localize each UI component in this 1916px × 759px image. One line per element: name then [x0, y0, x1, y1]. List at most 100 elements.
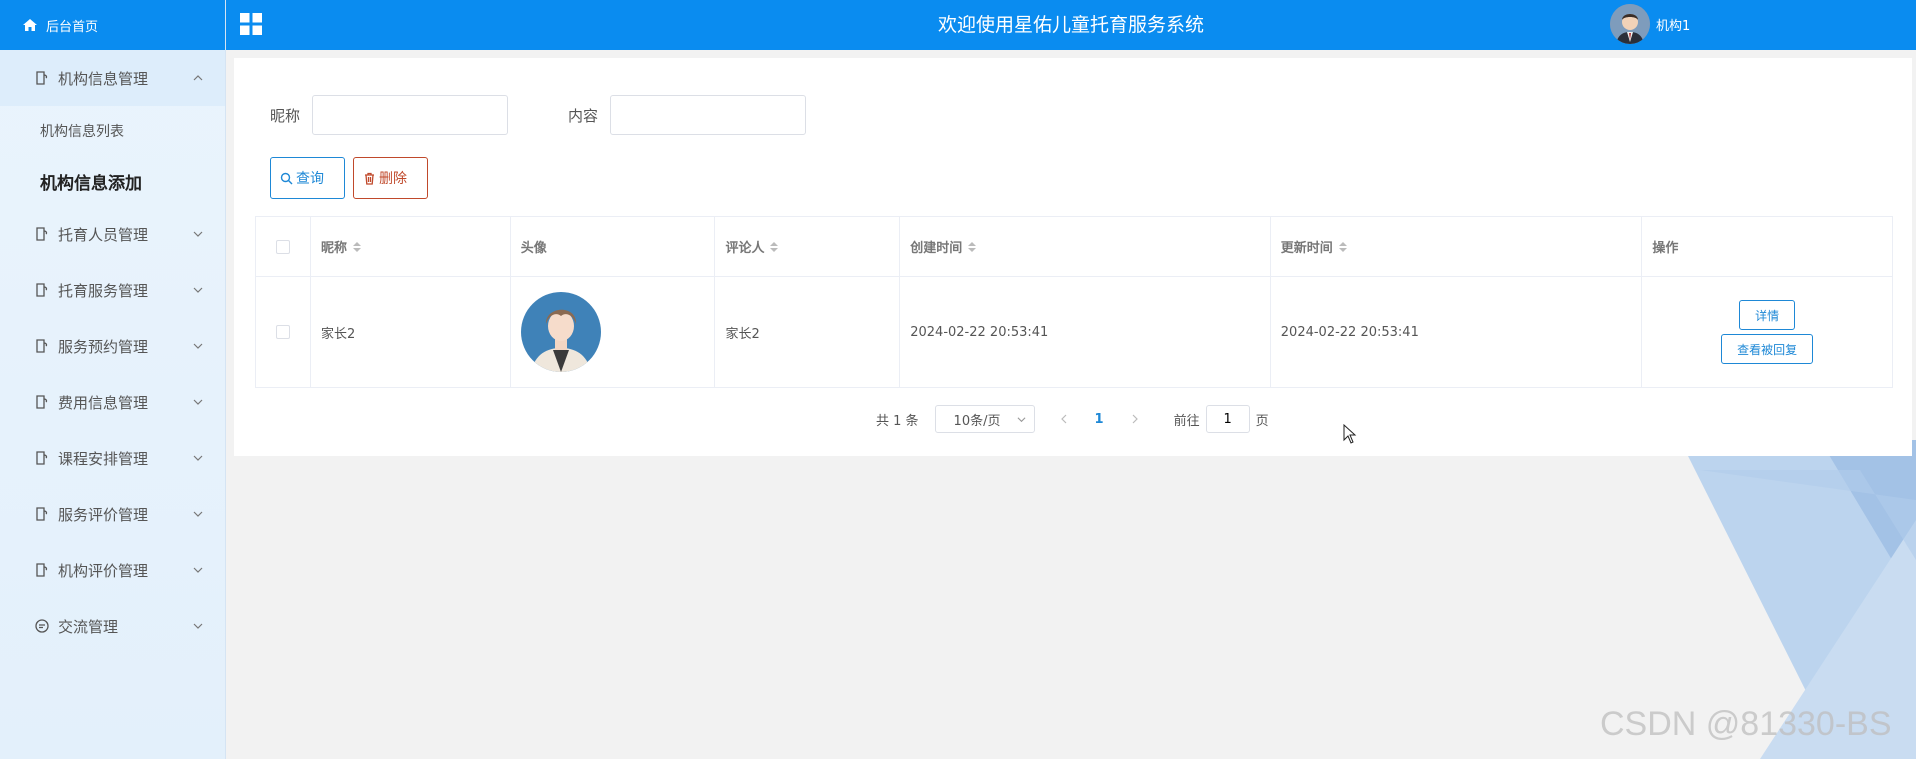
sidebar-sub-org-list[interactable]: 机构信息列表 [0, 106, 225, 156]
header-select-cell [256, 217, 311, 276]
goto-suffix: 页 [1255, 413, 1269, 429]
nickname-label: 昵称 [270, 106, 301, 125]
sidebar-home[interactable]: 后台首页 [0, 0, 225, 50]
user-menu[interactable]: 机构1 [1610, 4, 1690, 44]
sidebar-home-label: 后台首页 [46, 19, 99, 35]
watermark: CSDN @81330-BS [1600, 705, 1892, 743]
detail-button[interactable]: 详情 [1739, 300, 1796, 330]
header-label: 操作 [1652, 241, 1679, 256]
sidebar-menu-service-review[interactable]: 服务评价管理 [0, 486, 225, 542]
chevron-down-icon [193, 567, 203, 573]
search-icon [280, 172, 293, 184]
chevron-up-icon [193, 75, 203, 81]
action-buttons: 查询 删除 [270, 157, 436, 199]
sidebar-menu-org-info[interactable]: 机构信息管理 [0, 50, 225, 106]
row-select-cell [256, 277, 311, 387]
cell-nickname: 家长2 [311, 277, 511, 387]
document-icon [36, 451, 48, 465]
cell-actions: 详情 查看被回复 [1642, 277, 1892, 387]
sidebar: 后台首页 机构信息管理 机构信息列表 机构信息添加 托育人员管理 托育服务管理 … [0, 0, 226, 759]
cell-created: 2024-02-22 20:53:41 [900, 277, 1271, 387]
header-label: 创建时间 [910, 241, 963, 256]
header-nickname[interactable]: 昵称 [311, 217, 511, 276]
chevron-down-icon [193, 623, 203, 629]
goto-page-input[interactable] [1205, 405, 1250, 433]
sidebar-sub-org-add[interactable]: 机构信息添加 [0, 156, 225, 206]
chat-icon [35, 619, 49, 633]
header-label: 头像 [520, 241, 547, 256]
page-number[interactable]: 1 [1095, 412, 1104, 427]
table-row: 家长2 家长2 2024-02-22 20:53:41 2024-02-22 2… [256, 277, 1892, 387]
document-icon [36, 563, 48, 577]
cell-updated: 2024-02-22 20:53:41 [1271, 277, 1643, 387]
top-header: 欢迎使用星佑儿童托育服务系统 机构1 [226, 0, 1916, 50]
data-table: 昵称 头像 评论人 创建时间 更新时间 操作 家长2 家长2 2024-02-2… [255, 216, 1893, 388]
header-label: 昵称 [320, 241, 347, 256]
header-label: 评论人 [725, 241, 765, 256]
sidebar-menu-org-review[interactable]: 机构评价管理 [0, 542, 225, 598]
content-card: 昵称 内容 查询 删除 昵称 头像 评论人 创建时间 更新时间 操作 家长2 家… [234, 58, 1912, 456]
home-icon [23, 19, 37, 31]
trash-icon [365, 172, 374, 185]
page-size-value: 10条/页 [953, 413, 1001, 429]
row-checkbox[interactable] [275, 325, 290, 339]
document-icon [36, 227, 48, 241]
sidebar-menu-label: 课程安排管理 [58, 449, 149, 468]
document-icon [36, 71, 48, 85]
document-icon [36, 283, 48, 297]
content-label: 内容 [568, 106, 599, 125]
username: 机构1 [1656, 18, 1691, 34]
sidebar-menu-label: 托育人员管理 [58, 225, 149, 244]
chevron-down-icon [193, 343, 203, 349]
avatar [1610, 4, 1650, 44]
header-updated[interactable]: 更新时间 [1271, 217, 1643, 276]
prev-page-icon[interactable] [1059, 414, 1069, 424]
pagination: 共 1 条 10条/页 1 前往 页 [876, 405, 1269, 433]
document-icon [36, 395, 48, 409]
chevron-down-icon [1017, 417, 1026, 423]
view-replies-button[interactable]: 查看被回复 [1721, 334, 1814, 364]
sub-item-label: 机构信息添加 [40, 173, 142, 194]
chevron-down-icon [193, 231, 203, 237]
cell-commenter: 家长2 [715, 277, 901, 387]
search-bar: 昵称 内容 [270, 95, 866, 135]
sidebar-menu-booking[interactable]: 服务预约管理 [0, 318, 225, 374]
page-size-select[interactable]: 10条/页 [934, 405, 1035, 433]
sidebar-menu-label: 服务预约管理 [58, 337, 149, 356]
nickname-input[interactable] [312, 95, 509, 135]
content-input[interactable] [610, 95, 807, 135]
chevron-down-icon [193, 287, 203, 293]
sub-item-label: 机构信息列表 [40, 124, 124, 140]
goto-prefix: 前往 [1173, 413, 1200, 429]
sort-icon[interactable] [968, 241, 977, 252]
select-all-checkbox[interactable] [275, 239, 290, 254]
sidebar-menu-label: 托育服务管理 [58, 281, 149, 300]
search-button[interactable]: 查询 [270, 157, 345, 199]
chevron-down-icon [193, 455, 203, 461]
total-count: 共 1 条 [876, 413, 919, 429]
document-icon [36, 339, 48, 353]
sort-icon[interactable] [770, 241, 779, 252]
sidebar-menu-label: 交流管理 [58, 617, 119, 636]
sidebar-menu-communication[interactable]: 交流管理 [0, 598, 225, 654]
next-page-icon[interactable] [1130, 414, 1140, 424]
document-icon [36, 507, 48, 521]
sidebar-menu-label: 费用信息管理 [58, 393, 149, 412]
sort-icon[interactable] [352, 241, 361, 252]
chevron-down-icon [193, 511, 203, 517]
cell-avatar [511, 277, 716, 387]
header-commenter[interactable]: 评论人 [715, 217, 901, 276]
sidebar-menu-staff[interactable]: 托育人员管理 [0, 206, 225, 262]
sidebar-menu-fees[interactable]: 费用信息管理 [0, 374, 225, 430]
sidebar-menu-label: 机构评价管理 [58, 561, 149, 580]
header-avatar: 头像 [511, 217, 716, 276]
sidebar-menu-courses[interactable]: 课程安排管理 [0, 430, 225, 486]
delete-button[interactable]: 删除 [353, 157, 428, 199]
chevron-down-icon [193, 399, 203, 405]
sidebar-menu-service[interactable]: 托育服务管理 [0, 262, 225, 318]
header-actions: 操作 [1642, 217, 1892, 276]
sidebar-menu-label: 服务评价管理 [58, 505, 149, 524]
header-created[interactable]: 创建时间 [900, 217, 1271, 276]
sort-icon[interactable] [1338, 241, 1347, 252]
search-button-label: 查询 [296, 171, 324, 187]
